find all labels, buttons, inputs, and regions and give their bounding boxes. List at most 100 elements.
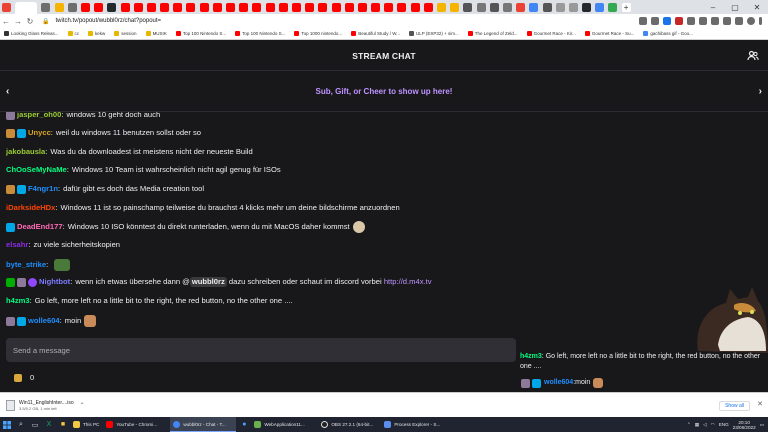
close-icon[interactable]: ✕ — [757, 400, 763, 408]
menu-icon[interactable] — [759, 17, 762, 25]
show-all-button[interactable]: Show all — [719, 401, 750, 411]
lock-icon[interactable]: 🔒 — [42, 18, 49, 25]
reload-icon[interactable]: ↻ — [24, 17, 36, 26]
url-text[interactable]: twitch.tv/popout/wubbl0rz/chat?popout= — [55, 18, 161, 24]
tab-favicon[interactable] — [173, 2, 183, 12]
prime-badge-icon[interactable] — [17, 184, 26, 194]
bookmark[interactable]: Gourmet Race - Su... — [584, 31, 634, 36]
bookmark[interactable]: session — [114, 31, 137, 36]
tab-favicon[interactable] — [476, 2, 486, 12]
puzzle-icon[interactable] — [723, 17, 731, 25]
chevron-up-icon[interactable]: ⌃ — [80, 402, 85, 409]
tab-favicon[interactable] — [542, 2, 552, 12]
back-icon[interactable]: ← — [0, 17, 12, 26]
download-item[interactable]: Win11_EnglishInter....iso 3.5/5.2 GB, 1 … — [6, 397, 92, 414]
chat-username[interactable]: DeadEnd177 — [17, 222, 63, 232]
taskbar-app[interactable]: This PC — [70, 417, 102, 432]
tab-favicon[interactable] — [252, 2, 262, 12]
bookmark[interactable]: Top 100 Nintendo S... — [235, 31, 285, 36]
bookmark[interactable]: MUSIK — [145, 31, 167, 36]
taskbar-app[interactable]: WebApplication11... — [251, 417, 317, 432]
prime-badge-icon[interactable] — [17, 316, 26, 326]
chat-username[interactable]: F4ngr1n — [28, 184, 58, 194]
hype-promo-bar[interactable]: ‹ Sub, Gift, or Cheer to show up here! › — [0, 72, 768, 112]
tab-favicon[interactable] — [608, 2, 618, 12]
prime-badge-icon[interactable] — [6, 222, 15, 232]
extension-icon[interactable] — [687, 17, 695, 25]
extension-icon[interactable] — [675, 17, 683, 25]
channel-points[interactable]: 0 — [14, 373, 34, 382]
wifi-icon[interactable]: ◠ — [711, 422, 715, 428]
close-window-icon[interactable]: ✕ — [746, 0, 768, 14]
tab-favicon[interactable] — [265, 2, 275, 12]
bookmark[interactable]: cc — [67, 31, 79, 36]
tab-favicon[interactable] — [384, 2, 394, 12]
tab-favicon[interactable] — [54, 2, 64, 12]
side-panel-icon[interactable] — [735, 17, 743, 25]
share-icon[interactable] — [651, 17, 659, 25]
tab-favicon[interactable] — [2, 2, 11, 12]
tab-favicon[interactable] — [318, 2, 328, 12]
bookmark[interactable]: Beautiful Study / W... — [351, 31, 400, 36]
bookmark[interactable]: Gourmet Race - Kir... — [526, 31, 576, 36]
bookmark[interactable]: Looking Glass Releas... — [4, 31, 59, 36]
tab-favicon[interactable] — [278, 2, 288, 12]
tab-favicon[interactable] — [397, 2, 407, 12]
clock[interactable]: 20:10 23/06/2022 — [733, 420, 756, 430]
tab-favicon[interactable] — [595, 2, 605, 12]
edge-icon[interactable]: ● — [237, 417, 251, 432]
network-icon[interactable]: ▦ — [695, 422, 699, 428]
tab-favicon[interactable] — [344, 2, 354, 12]
taskbar-app[interactable]: YouTube - Chromi... — [103, 417, 169, 432]
chat-username[interactable]: iDarksideHDx — [6, 203, 55, 213]
tab-favicon[interactable] — [199, 2, 209, 12]
tab-favicon[interactable] — [463, 2, 473, 12]
taskbar-app[interactable]: wubbl0rz - Chat - T... — [170, 417, 237, 432]
badge-icon[interactable] — [17, 277, 26, 287]
tab-favicon[interactable] — [239, 2, 249, 12]
chat-username[interactable]: jakobausla — [6, 147, 45, 157]
chevron-right-icon[interactable]: › — [759, 86, 762, 97]
tab-favicon[interactable] — [410, 2, 420, 12]
badge-icon[interactable] — [6, 128, 15, 138]
tab-favicon[interactable] — [67, 2, 77, 12]
bookmark[interactable]: kekw — [88, 31, 105, 36]
tab-favicon[interactable] — [516, 2, 526, 12]
bookmark[interactable]: ULP (ESP32) + sim... — [408, 31, 459, 36]
tab-favicon[interactable] — [80, 2, 90, 12]
bookmark[interactable]: gachibass gif - Goo... — [643, 31, 693, 36]
tab-favicon[interactable] — [146, 2, 156, 12]
tab-favicon[interactable] — [489, 2, 499, 12]
windows-start-icon[interactable] — [0, 417, 14, 432]
tab-favicon[interactable] — [41, 2, 51, 12]
chat-username[interactable]: elsahr — [6, 240, 28, 250]
notification-icon[interactable]: ▭ — [760, 422, 764, 428]
active-tab[interactable] — [15, 2, 38, 14]
tab-favicon[interactable] — [305, 2, 315, 12]
zoom-icon[interactable] — [639, 17, 647, 25]
chat-username[interactable]: Nightbot — [39, 277, 70, 287]
minimize-icon[interactable]: – — [702, 0, 724, 14]
forward-icon[interactable]: → — [12, 17, 24, 26]
chevron-up-icon[interactable]: ⌃ — [687, 422, 691, 428]
bookmark[interactable]: Top 100 Nintendo S... — [175, 31, 226, 36]
search-icon[interactable]: ⌕ — [14, 417, 28, 432]
tab-favicon[interactable] — [107, 2, 117, 12]
bookmark-star-icon[interactable] — [663, 17, 671, 25]
taskbar-app[interactable]: Process Explorer - S... — [381, 417, 447, 432]
tab-favicon[interactable] — [291, 2, 301, 12]
tab-favicon[interactable] — [371, 2, 381, 12]
chat-username[interactable]: ChOoSeMyNaMe — [6, 165, 67, 175]
tab-favicon[interactable] — [502, 2, 512, 12]
tab-favicon[interactable] — [160, 2, 170, 12]
emote-icon[interactable] — [352, 221, 365, 233]
chat-username[interactable]: byte_strike — [6, 260, 46, 270]
channel-points-icon[interactable] — [14, 373, 22, 382]
tab-favicon[interactable] — [437, 2, 446, 12]
chat-messages[interactable]: jasper_oh00: windows 10 geht doch auch U… — [0, 112, 768, 334]
verified-badge-icon[interactable] — [28, 277, 37, 287]
volume-icon[interactable]: ◁ — [703, 422, 707, 428]
maximize-icon[interactable]: ▢ — [724, 0, 746, 14]
taskbar-app[interactable]: OBS 27.2.1 (64-bit... — [318, 417, 380, 432]
community-users-icon[interactable] — [747, 50, 759, 62]
